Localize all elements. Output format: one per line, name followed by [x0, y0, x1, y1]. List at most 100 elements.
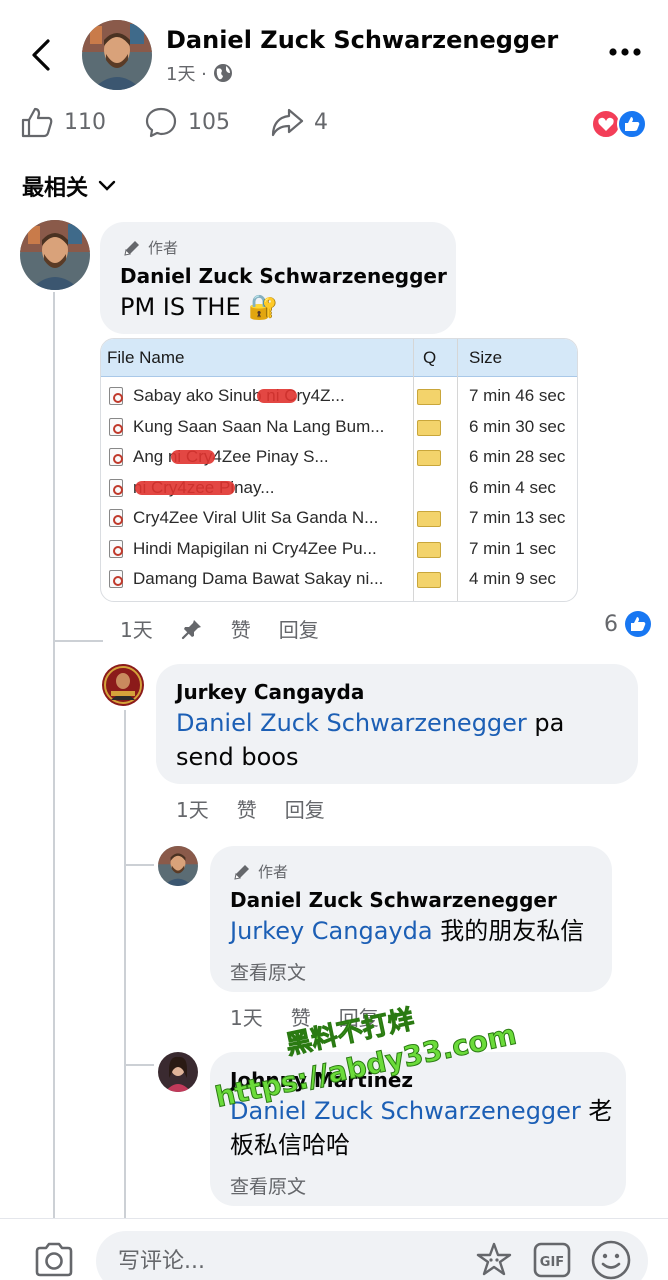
- see-original-link[interactable]: 查看原文: [230, 1172, 306, 1199]
- emoji-icon[interactable]: [590, 1239, 632, 1280]
- comment-bubble[interactable]: 作者 Daniel Zuck Schwarzenegger Jurkey Can…: [210, 846, 612, 992]
- comment-actions: 1天 赞 回复: [176, 794, 325, 823]
- comment-author-name[interactable]: Daniel Zuck Schwarzenegger: [120, 264, 447, 288]
- comment-count: 105: [188, 109, 230, 135]
- like-button[interactable]: 赞: [231, 614, 251, 643]
- file-icon: [109, 540, 123, 558]
- comment-reaction-count[interactable]: 6: [604, 610, 652, 638]
- file-row: Cry4Zee Viral Ulit Sa Ganda N... 7 min 1…: [101, 503, 577, 533]
- globe-icon: [213, 64, 232, 82]
- attached-image[interactable]: File Name Q Size Sabay ako Sinub ni Cry4…: [100, 338, 578, 602]
- post-meta: 1天 ·: [166, 60, 233, 86]
- file-icon: [109, 387, 123, 405]
- pencil-icon: [234, 864, 249, 880]
- post-time: 1天 ·: [166, 64, 207, 85]
- sort-label: 最相关: [22, 176, 89, 201]
- like-icon: [617, 109, 647, 139]
- column-file-name: File Name: [107, 348, 185, 367]
- thumbs-up-icon: [21, 107, 53, 138]
- file-icon: [109, 418, 123, 436]
- comment-actions: 1天 赞 回复: [230, 1002, 379, 1031]
- comment-time: 1天: [120, 618, 153, 642]
- svg-text:GIF: GIF: [540, 1255, 564, 1270]
- reaction-icons[interactable]: [590, 108, 650, 140]
- pencil-icon: [124, 240, 139, 256]
- comment-bubble[interactable]: 作者 Daniel Zuck Schwarzenegger PM IS THE …: [100, 222, 456, 334]
- thread-line: [124, 1064, 154, 1066]
- reply-button[interactable]: 回复: [285, 794, 325, 823]
- comment-composer: GIF: [0, 1218, 668, 1280]
- comment-author-name[interactable]: Daniel Zuck Schwarzenegger: [230, 888, 557, 912]
- commenter-avatar[interactable]: [158, 1052, 198, 1092]
- gif-icon[interactable]: GIF: [532, 1241, 572, 1279]
- file-row: Sabay ako Sinub ni Cry4Z... 7 min 46 sec: [101, 381, 577, 411]
- sort-dropdown[interactable]: 最相关: [22, 170, 116, 202]
- see-original-link[interactable]: 查看原文: [230, 958, 306, 985]
- comment-text: PM IS THE 🔐: [120, 293, 279, 321]
- reply-button[interactable]: 回复: [279, 614, 319, 643]
- thread-line: [124, 710, 126, 1222]
- file-icon: [109, 448, 123, 466]
- thread-line: [124, 864, 154, 866]
- comment-text: Daniel Zuck Schwarzenegger 老板私信哈哈: [230, 1097, 613, 1159]
- share-count: 4: [314, 109, 328, 135]
- like-icon: [625, 611, 651, 637]
- comment-text: Daniel Zuck Schwarzenegger pa send boos: [176, 709, 565, 771]
- like-count: 110: [64, 109, 106, 135]
- comment-text: Jurkey Cangayda 我的朋友私信: [230, 917, 585, 945]
- file-row: Kung Saan Saan Na Lang Bum... 6 min 30 s…: [101, 412, 577, 442]
- thread-line: [53, 292, 55, 1222]
- like-button[interactable]: 赞: [291, 1002, 311, 1031]
- file-row: ni Cry4zee Pinay... 6 min 4 sec: [101, 473, 577, 503]
- folder-icon: [417, 511, 441, 527]
- post-stats: 110 105 4: [0, 100, 668, 148]
- commenter-avatar[interactable]: [158, 846, 198, 886]
- more-horizontal-icon[interactable]: [608, 44, 642, 60]
- mention-link[interactable]: Daniel Zuck Schwarzenegger: [176, 709, 527, 737]
- file-row: Damang Dama Bawat Sakay ni... 4 min 9 se…: [101, 564, 577, 594]
- comment-bubble[interactable]: Jurkey Cangayda Daniel Zuck Schwarzenegg…: [156, 664, 638, 784]
- comment-actions: 1天 赞 回复: [120, 614, 319, 643]
- folder-icon: [417, 450, 441, 466]
- mention-link[interactable]: Jurkey Cangayda: [230, 917, 433, 945]
- comment-bubble-icon: [145, 107, 177, 138]
- chevron-down-icon: [98, 180, 116, 191]
- file-row: Ang ni Cry4Zee Pinay S... 6 min 28 sec: [101, 442, 577, 472]
- folder-icon: [417, 389, 441, 405]
- commenter-avatar[interactable]: [20, 220, 90, 290]
- file-icon: [109, 570, 123, 588]
- share-stat[interactable]: 4: [270, 106, 328, 138]
- folder-icon: [417, 572, 441, 588]
- folder-icon: [417, 542, 441, 558]
- reply-button[interactable]: 回复: [339, 1002, 379, 1031]
- comment-author-name[interactable]: Jurkey Cangayda: [176, 680, 364, 704]
- file-row: Hindi Mapigilan ni Cry4Zee Pu... 7 min 1…: [101, 534, 577, 564]
- commenter-avatar[interactable]: [102, 664, 144, 706]
- redaction-mark: [135, 481, 235, 495]
- sticker-icon[interactable]: [474, 1241, 514, 1280]
- file-icon: [109, 509, 123, 527]
- lock-key-emoji: 🔐: [248, 293, 279, 321]
- share-arrow-icon: [271, 108, 304, 137]
- post-header: Daniel Zuck Schwarzenegger 1天 ·: [0, 0, 668, 100]
- comment-author-name[interactable]: Johnny Martinez: [230, 1068, 413, 1092]
- pin-icon[interactable]: [181, 618, 203, 640]
- comment-bubble[interactable]: Johnny Martinez Daniel Zuck Schwarzenegg…: [210, 1052, 626, 1206]
- comment-time: 1天: [230, 1006, 263, 1030]
- thread-line: [53, 640, 103, 642]
- author-avatar[interactable]: [82, 20, 152, 90]
- column-size: Size: [469, 348, 503, 367]
- heart-icon: [591, 109, 621, 139]
- like-button[interactable]: 赞: [237, 794, 257, 823]
- comment-time: 1天: [176, 798, 209, 822]
- mention-link[interactable]: Daniel Zuck Schwarzenegger: [230, 1097, 581, 1125]
- folder-icon: [417, 420, 441, 436]
- author-name[interactable]: Daniel Zuck Schwarzenegger: [166, 26, 558, 54]
- file-table-header: File Name Q Size: [101, 339, 577, 377]
- author-badge: 作者: [122, 237, 178, 258]
- like-stat[interactable]: 110: [20, 106, 106, 138]
- file-icon: [109, 479, 123, 497]
- camera-icon[interactable]: [34, 1241, 74, 1277]
- chevron-left-icon[interactable]: [28, 38, 54, 72]
- comment-stat[interactable]: 105: [144, 106, 230, 138]
